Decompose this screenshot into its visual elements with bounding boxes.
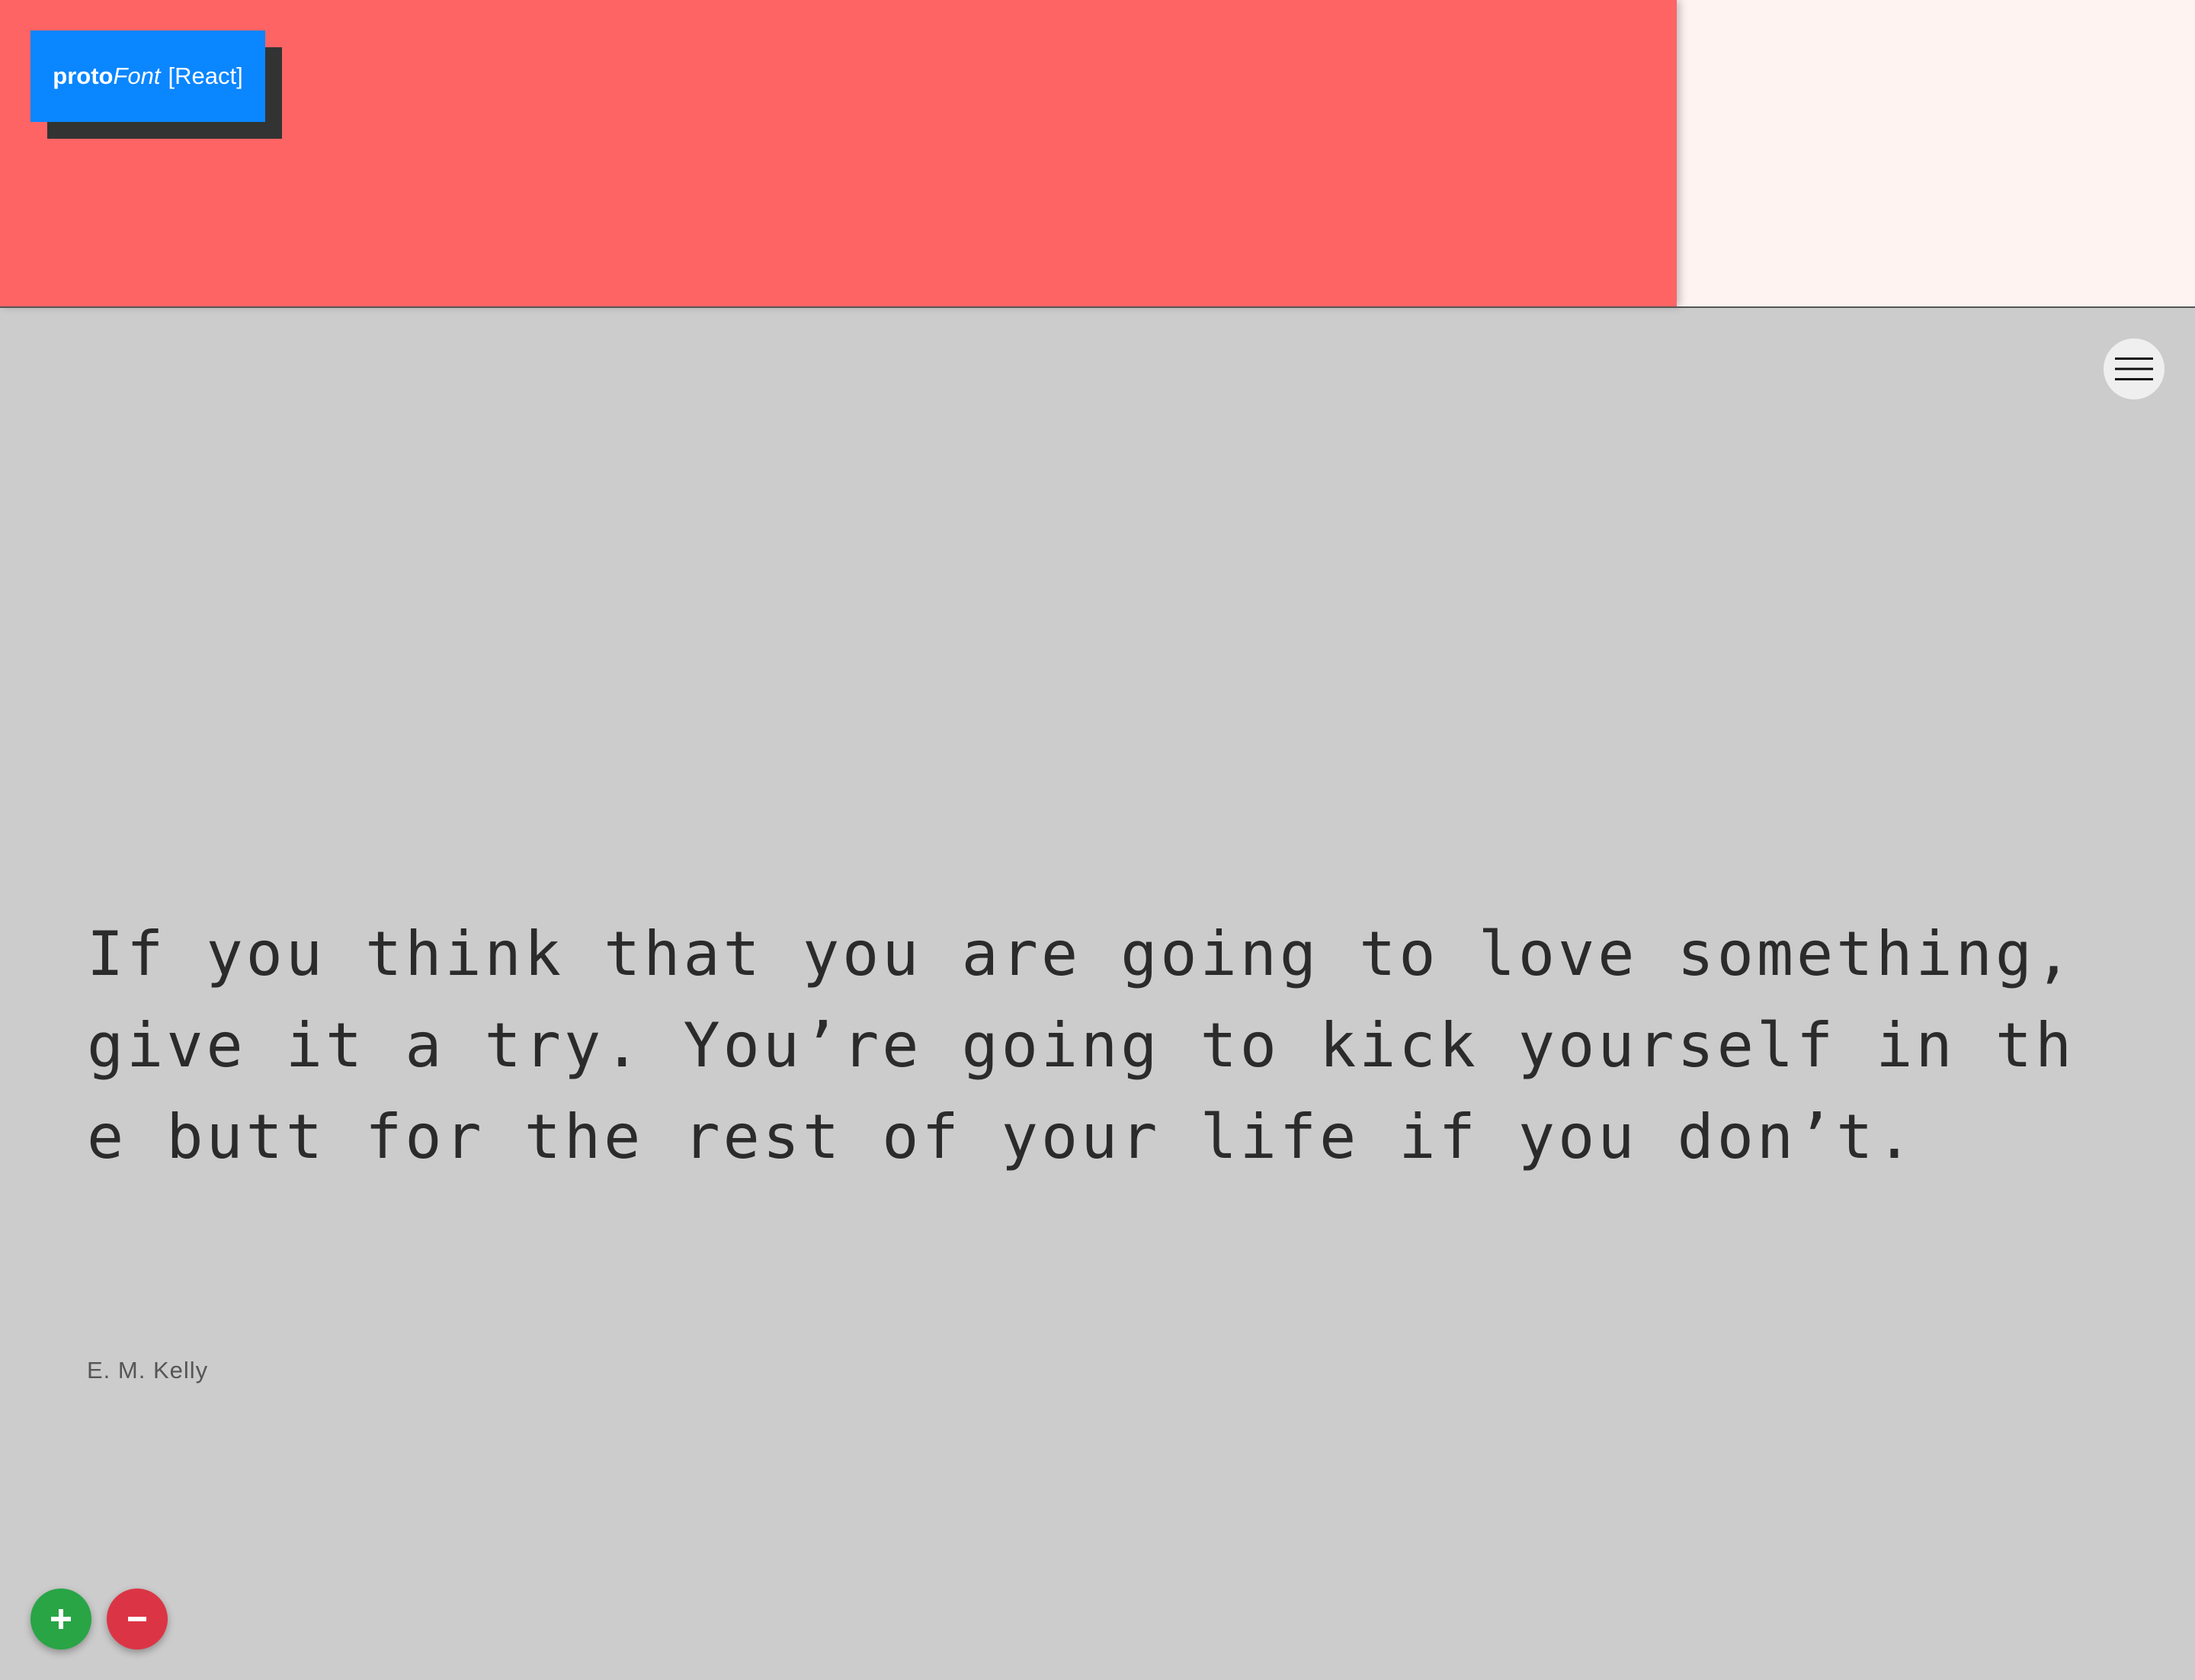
header-divider — [0, 306, 2195, 308]
quote-text: If you think that you are going to love … — [87, 919, 2075, 1172]
app-logo[interactable]: proto Font [React] — [30, 30, 265, 122]
plus-icon — [50, 1608, 72, 1630]
logo-font-text: Font — [113, 63, 161, 89]
header-side-panel — [1677, 0, 2195, 306]
decrease-font-size-button[interactable] — [107, 1589, 168, 1650]
increase-font-size-button[interactable] — [30, 1589, 91, 1650]
hamburger-menu-icon — [2115, 356, 2153, 382]
minus-icon — [126, 1608, 149, 1630]
quote-author: E. M. Kelly — [87, 1357, 209, 1383]
logo-proto-text: proto — [53, 63, 114, 89]
menu-button[interactable] — [2104, 338, 2165, 399]
logo-framework-text: [React] — [168, 63, 243, 89]
